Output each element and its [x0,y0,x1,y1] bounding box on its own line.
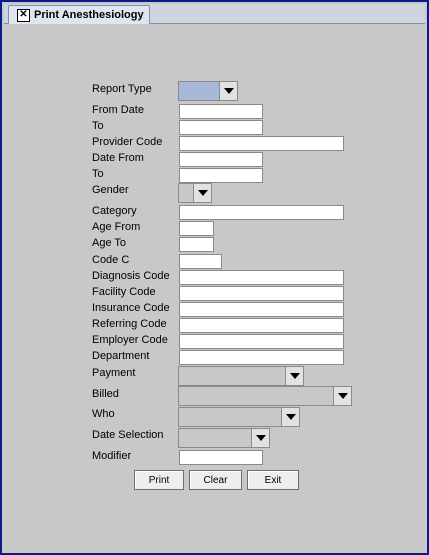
facility-code-label: Facility Code [92,286,156,298]
category-input[interactable] [179,205,344,220]
age-to-label: Age To [92,237,127,249]
report-type-label: Report Type [92,83,152,95]
gender-label: Gender [92,184,129,196]
report-type-dropdown-button[interactable] [219,82,237,100]
date-selection-select[interactable] [178,428,270,448]
facility-code-input[interactable] [179,286,344,301]
tab-title: Print Anesthesiology [34,9,144,21]
payment-dropdown-button[interactable] [285,367,303,385]
modifier-label: Modifier [92,450,132,462]
referring-code-input[interactable] [179,318,344,333]
date-to-label: To [92,168,104,180]
age-from-input[interactable] [179,221,214,236]
who-label: Who [92,408,115,420]
provider-code-label: Provider Code [92,136,163,148]
billed-select[interactable] [178,386,352,406]
to-date-input[interactable] [179,120,263,135]
billed-dropdown-button[interactable] [333,387,351,405]
department-label: Department [92,350,150,362]
chevron-down-icon [197,190,208,196]
chevron-down-icon [255,435,266,441]
clear-button[interactable]: Clear [189,470,242,490]
date-from-label: Date From [92,152,144,164]
age-to-input[interactable] [179,237,214,252]
code-c-label: Code C [92,254,130,266]
from-date-input[interactable] [179,104,263,119]
insurance-code-input[interactable] [179,302,344,317]
code-c-input[interactable] [179,254,222,269]
billed-label: Billed [92,388,119,400]
date-selection-label: Date Selection [92,429,164,441]
employer-code-input[interactable] [179,334,344,349]
gender-select[interactable] [178,183,212,203]
report-type-select[interactable] [178,81,238,101]
category-label: Category [92,205,137,217]
chevron-down-icon [289,373,300,379]
diagnosis-code-input[interactable] [179,270,344,285]
date-selection-dropdown-button[interactable] [251,429,269,447]
diagnosis-code-label: Diagnosis Code [92,270,170,282]
date-to-input[interactable] [179,168,263,183]
provider-code-input[interactable] [179,136,344,151]
employer-code-label: Employer Code [92,334,168,346]
payment-label: Payment [92,367,136,379]
close-icon[interactable]: ✕ [17,8,30,22]
date-from-input[interactable] [179,152,263,167]
who-select[interactable] [178,407,300,427]
print-button[interactable]: Print [134,470,184,490]
tab-print-anesthesiology[interactable]: ✕ Print Anesthesiology [8,5,150,24]
department-input[interactable] [179,350,344,365]
chevron-down-icon [223,88,234,94]
gender-dropdown-button[interactable] [193,184,211,202]
insurance-code-label: Insurance Code [92,302,170,314]
chevron-down-icon [337,393,348,399]
chevron-down-icon [285,414,296,420]
report-type-value [179,82,219,100]
exit-button[interactable]: Exit [247,470,299,490]
to-date-label: To [92,120,104,132]
tab-strip: ✕ Print Anesthesiology [4,4,425,24]
referring-code-label: Referring Code [92,318,167,330]
modifier-input[interactable] [179,450,263,465]
who-dropdown-button[interactable] [281,408,299,426]
age-from-label: Age From [92,221,141,233]
from-date-label: From Date [92,104,144,116]
payment-select[interactable] [178,366,304,386]
